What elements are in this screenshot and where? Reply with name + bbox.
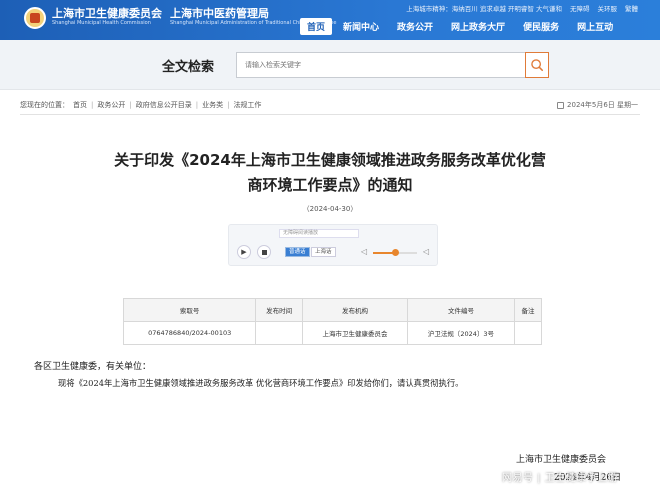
search-button[interactable] [525, 52, 549, 78]
main-nav: 首页 新闻中心 政务公开 网上政务大厅 便民服务 网上互动 [300, 18, 620, 35]
header-doc-number: 文件编号 [407, 298, 515, 322]
breadcrumb-separator: | [91, 101, 94, 109]
breadcrumb-separator: | [195, 101, 199, 109]
today-date: 2024年5月6日 星期一 [557, 100, 638, 110]
search-input[interactable] [236, 52, 526, 78]
breadcrumb-separator: | [129, 101, 132, 109]
today-date-text: 2024年5月6日 星期一 [567, 101, 638, 109]
document-meta-table: 索取号 发布时间 发布机构 文件编号 备注 0764786840/2024-00… [122, 298, 543, 345]
breadcrumb-gov-affairs[interactable]: 政务公开 [97, 100, 125, 110]
play-icon: ▶ [241, 248, 247, 256]
header-remarks: 备注 [513, 298, 543, 322]
stop-button[interactable] [257, 245, 271, 259]
volume-slider[interactable] [373, 249, 417, 256]
org-name[interactable]: 上海市卫生健康委员会 [52, 5, 162, 21]
breadcrumb: 您现在的位置： 首页 | 政务公开 | 政府信息公开目录 | 业务类 | 法规工… [20, 100, 261, 110]
breadcrumb-business[interactable]: 业务类 [202, 100, 223, 110]
body-paragraph: 现将《2024年上海市卫生健康领域推进政务服务改革 优化营商环境工作要点》印发给… [58, 378, 464, 388]
cell-index-no: 0764786840/2024-00103 [122, 321, 257, 345]
page-title-line1: 关于印发《2024年上海市卫生健康领域推进政务服务改革优化营 [114, 151, 546, 169]
volume-knob[interactable] [392, 249, 399, 256]
search-title: 全文检索 [162, 60, 215, 75]
cell-remarks [513, 321, 543, 345]
audio-player: 无障碍阅读播放 ▶ 普通话 上海话 ◁ ◁ [228, 224, 438, 266]
table-header-row: 索取号 发布时间 发布机构 文件编号 备注 [122, 298, 543, 322]
breadcrumb-home[interactable]: 首页 [73, 100, 87, 110]
org-name-en: Shanghai Municipal Health Commission [52, 20, 151, 26]
breadcrumb-regulations[interactable]: 法规工作 [233, 100, 261, 110]
salutation: 各区卫生健康委，有关单位： [34, 362, 152, 372]
volume-up-icon[interactable]: ◁ [423, 247, 429, 256]
breadcrumb-directory[interactable]: 政府信息公开目录 [136, 100, 192, 110]
header-publish-time: 发布时间 [255, 298, 303, 322]
watermark: 网易号 | 卫生健康争上游 [502, 473, 619, 484]
care-mode-link[interactable]: 关环服 [598, 3, 618, 13]
org2-name-en: Shanghai Municipal Administration of Tra… [170, 20, 337, 26]
calendar-icon [557, 101, 565, 109]
breadcrumb-separator: | [227, 101, 230, 109]
nav-interaction[interactable]: 网上互动 [570, 18, 620, 35]
mandarin-voice-button[interactable]: 普通话 [285, 247, 310, 257]
player-label: 无障碍阅读播放 [279, 229, 359, 238]
search-bar: 全文检索 [0, 40, 660, 90]
page-title: 关于印发《2024年上海市卫生健康领域推进政务服务改革优化营 商环境工作要点》的… [90, 148, 570, 198]
breadcrumb-prefix: 您现在的位置： [20, 101, 69, 109]
top-links: 上海城市精神：海纳百川 追求卓越 开明睿智 大气谦和 无障碍 关环服 繁體 [406, 3, 638, 13]
org2-name[interactable]: 上海市中医药管理局 [170, 5, 269, 21]
header-publisher: 发布机构 [301, 298, 409, 322]
volume-down-icon[interactable]: ◁ [361, 247, 367, 256]
play-button[interactable]: ▶ [237, 245, 251, 259]
table-row: 0764786840/2024-00103 上海市卫生健康委员会 沪卫法规〔20… [122, 321, 543, 345]
signature-org: 上海市卫生健康委员会 [516, 455, 607, 465]
cell-doc-number: 沪卫法规〔2024〕3号 [407, 321, 515, 345]
accessibility-link[interactable]: 无障碍 [570, 3, 590, 13]
nav-services[interactable]: 便民服务 [516, 18, 566, 35]
header-index-no: 索取号 [122, 298, 257, 322]
emblem-logo-icon[interactable] [24, 7, 46, 29]
search-icon [531, 59, 544, 72]
nav-news[interactable]: 新闻中心 [336, 18, 386, 35]
page-title-line2: 商环境工作要点》的通知 [247, 176, 413, 194]
stop-icon [261, 249, 267, 255]
cell-publisher: 上海市卫生健康委员会 [301, 321, 409, 345]
shanghainese-voice-button[interactable]: 上海话 [311, 247, 336, 257]
nav-home[interactable]: 首页 [300, 18, 333, 35]
divider [20, 114, 640, 115]
city-spirit-link[interactable]: 上海城市精神：海纳百川 追求卓越 开明睿智 大气谦和 [406, 3, 562, 13]
site-header: 上海市卫生健康委员会 Shanghai Municipal Health Com… [0, 0, 660, 40]
nav-gov-affairs[interactable]: 政务公开 [390, 18, 440, 35]
publish-date: （2024-04-30） [302, 205, 358, 213]
cell-publish-time [255, 321, 303, 345]
traditional-chinese-link[interactable]: 繁體 [625, 3, 638, 13]
nav-online-hall[interactable]: 网上政务大厅 [444, 18, 512, 35]
